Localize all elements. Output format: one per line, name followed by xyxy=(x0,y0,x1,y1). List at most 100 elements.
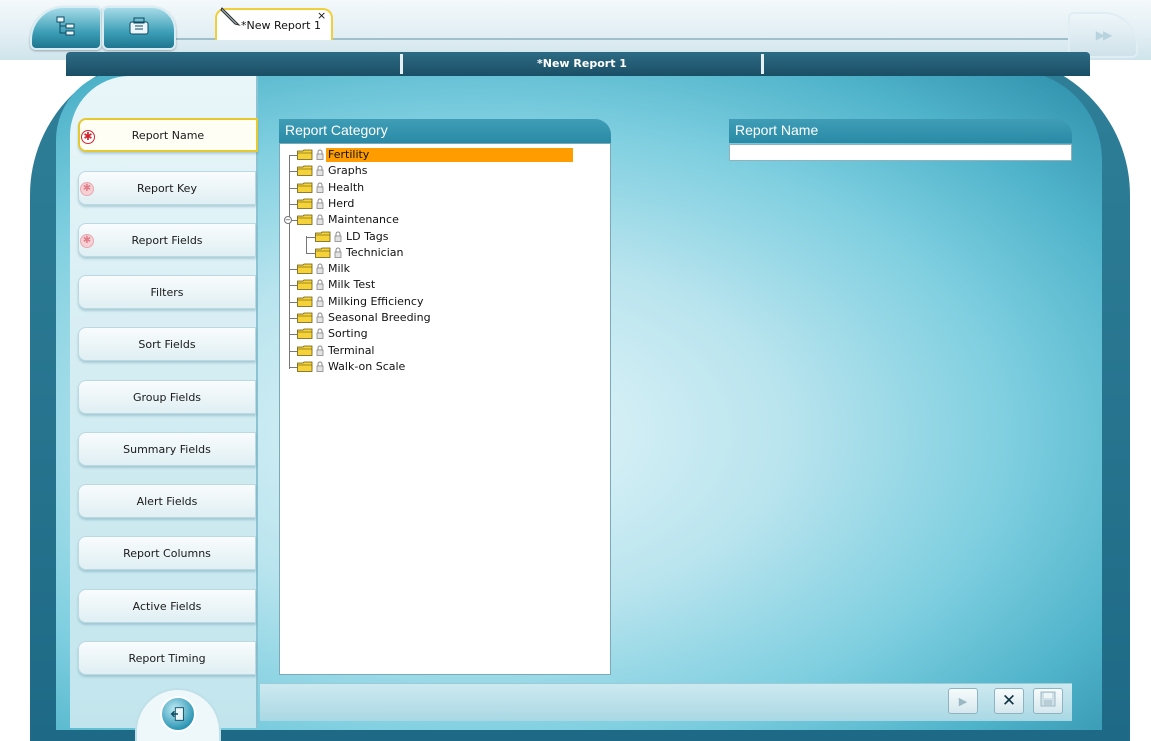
save-button[interactable] xyxy=(1033,688,1063,714)
report-header-bar: *New Report 1 xyxy=(66,52,1090,76)
lock-icon xyxy=(316,182,324,193)
report-name-header: Report Name xyxy=(729,119,1072,143)
tree-connector xyxy=(289,367,297,368)
nav-label: Alert Fields xyxy=(136,494,198,508)
tree-item-label: Health xyxy=(328,181,365,194)
required-icon: ✱ xyxy=(80,182,94,196)
tree-item[interactable]: Technician xyxy=(307,245,607,261)
tab-new-report[interactable]: *New Report 1 × xyxy=(215,7,333,40)
tree-item-label: Graphs xyxy=(328,164,368,177)
nav-filters[interactable]: Filters xyxy=(78,275,256,309)
tree-item-label: Herd xyxy=(328,197,355,210)
tree-item[interactable]: Graphs xyxy=(289,163,589,179)
tree-item-label: Technician xyxy=(346,246,404,259)
cancel-button[interactable]: ✕ xyxy=(994,688,1024,714)
tab-close-icon[interactable]: × xyxy=(317,9,326,22)
folder-icon xyxy=(297,165,313,176)
nav-summary-fields[interactable]: Summary Fields xyxy=(78,432,256,466)
nav-label: Report Columns xyxy=(123,546,211,560)
report-category-header: Report Category xyxy=(279,119,611,143)
report-name-input[interactable] xyxy=(729,144,1072,161)
tree-item[interactable]: − Maintenance xyxy=(284,212,589,228)
tree-connector xyxy=(289,318,297,319)
tree-item[interactable]: Terminal xyxy=(289,343,589,359)
tree-view-icon xyxy=(54,14,78,42)
tree-item-label: Milking Efficiency xyxy=(328,295,424,308)
collapse-toggle-icon[interactable]: − xyxy=(284,216,292,224)
required-icon: ✱ xyxy=(80,234,94,248)
lock-icon xyxy=(316,328,324,339)
nav-report-key[interactable]: ✱ Report Key xyxy=(78,171,256,205)
tree-item-label: Seasonal Breeding xyxy=(328,311,431,324)
nav-label: Report Fields xyxy=(131,233,203,247)
lock-icon xyxy=(316,361,324,372)
forward-icon: ▶▶ xyxy=(1095,28,1113,42)
nav-report-timing[interactable]: Report Timing xyxy=(78,641,256,675)
tree-item[interactable]: Sorting xyxy=(289,326,589,342)
lock-icon xyxy=(316,296,324,307)
lock-icon xyxy=(316,263,324,274)
folder-icon xyxy=(297,214,313,225)
folder-icon xyxy=(297,263,313,274)
tree-item[interactable]: Fertility xyxy=(289,147,589,163)
run-button[interactable]: ▶ xyxy=(948,688,978,714)
lock-icon xyxy=(316,345,324,356)
tree-item[interactable]: Walk-on Scale xyxy=(289,359,589,375)
toolbox-icon xyxy=(127,14,151,42)
nav-label: Sort Fields xyxy=(138,337,196,351)
lock-icon xyxy=(316,214,324,225)
header-divider xyxy=(761,54,764,74)
tree-item[interactable]: Milk Test xyxy=(289,277,589,293)
tree-item-label: Sorting xyxy=(328,327,368,340)
tree-item[interactable]: Milk xyxy=(289,261,589,277)
nav-report-name[interactable]: ✱ Report Name xyxy=(78,118,258,152)
lock-icon xyxy=(334,247,342,258)
tree-item[interactable]: LD Tags xyxy=(307,229,607,245)
folder-icon xyxy=(297,182,313,193)
tree-item-label: Maintenance xyxy=(328,213,399,226)
tree-item-label: LD Tags xyxy=(346,230,389,243)
cancel-icon: ✕ xyxy=(1001,691,1017,711)
app-window: *New Report 1 × ▶▶ *New Report 1 ✱ Repor… xyxy=(0,0,1151,741)
required-icon: ✱ xyxy=(81,130,95,144)
tree-connector xyxy=(289,302,297,303)
nav-sort-fields[interactable]: Sort Fields xyxy=(78,327,256,361)
folder-icon xyxy=(297,361,313,372)
lock-icon xyxy=(316,165,324,176)
folder-icon xyxy=(315,231,331,242)
folder-icon xyxy=(297,198,313,209)
tree-connector xyxy=(289,188,297,189)
tree-item-label: Terminal xyxy=(328,344,375,357)
report-title: *New Report 1 xyxy=(537,57,627,70)
tree-item-label: Walk-on Scale xyxy=(328,360,406,373)
save-icon xyxy=(1040,691,1056,711)
tree-connector xyxy=(289,171,297,172)
nav-report-fields[interactable]: ✱ Report Fields xyxy=(78,223,256,257)
tree-item[interactable]: Health xyxy=(289,180,589,196)
nav-group-fields[interactable]: Group Fields xyxy=(78,380,256,414)
folder-icon xyxy=(315,247,331,258)
lock-icon xyxy=(334,231,342,242)
folder-icon xyxy=(297,149,313,160)
lock-icon xyxy=(316,198,324,209)
tree-item-label: Milk Test xyxy=(328,278,376,291)
nav-label: Report Name xyxy=(131,128,205,142)
toolbox-button[interactable] xyxy=(102,6,176,50)
tree-connector xyxy=(289,351,297,352)
tree-item[interactable]: Seasonal Breeding xyxy=(289,310,589,326)
folder-icon xyxy=(297,345,313,356)
folder-icon xyxy=(297,312,313,323)
tree-item[interactable]: Milking Efficiency xyxy=(289,294,589,310)
run-icon: ▶ xyxy=(958,694,968,708)
nav-alert-fields[interactable]: Alert Fields xyxy=(78,484,256,518)
nav-label: Group Fields xyxy=(132,390,202,404)
nav-label: Active Fields xyxy=(132,599,202,613)
tree-connector xyxy=(307,237,315,238)
tree-connector xyxy=(289,269,297,270)
nav-active-fields[interactable]: Active Fields xyxy=(78,589,256,623)
nav-report-columns[interactable]: Report Columns xyxy=(78,536,256,570)
nav-label: Summary Fields xyxy=(123,442,211,456)
tree-connector xyxy=(307,253,315,254)
tree-connector xyxy=(289,155,297,156)
tree-item[interactable]: Herd xyxy=(289,196,589,212)
